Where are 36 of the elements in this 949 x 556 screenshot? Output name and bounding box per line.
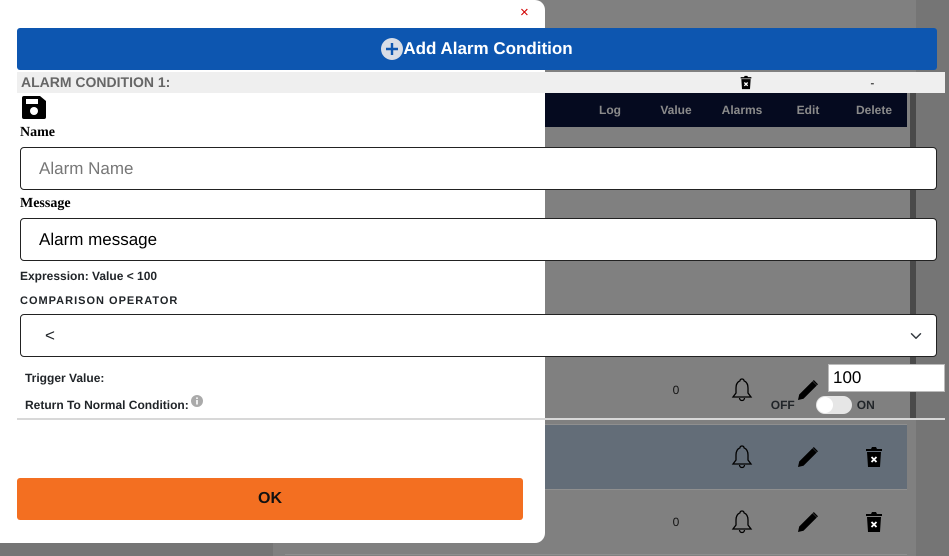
- bell-icon[interactable]: [731, 444, 753, 470]
- column-header: Alarms: [720, 102, 764, 119]
- condition-title: ALARM CONDITION 1:: [21, 73, 170, 92]
- operator-label: COMPARISON OPERATOR: [20, 294, 178, 309]
- column-header: Edit: [796, 102, 820, 119]
- table-cell-text: 0: [672, 514, 680, 531]
- add-condition-button[interactable]: Add Alarm Condition: [17, 28, 937, 70]
- input-field[interactable]: Alarm message: [20, 218, 937, 261]
- trash-icon[interactable]: [865, 511, 883, 533]
- bell-icon[interactable]: [731, 509, 753, 535]
- bell-icon[interactable]: [731, 376, 753, 402]
- expression-text: Expression: Value < 100: [20, 268, 158, 285]
- input-field[interactable]: Alarm Name: [20, 147, 937, 190]
- switch-off-label: OFF: [770, 397, 795, 414]
- column-header: Delete: [854, 102, 894, 119]
- operator-dropdown[interactable]: <: [20, 314, 937, 357]
- trash-icon[interactable]: [865, 446, 883, 468]
- field-label: Message: [20, 195, 71, 213]
- field-label: Name: [20, 124, 55, 142]
- delete-condition-icon[interactable]: [740, 75, 752, 90]
- return-label: Return To Normal Condition:: [25, 397, 189, 414]
- collapse-button[interactable]: -: [870, 76, 874, 88]
- trigger-label: Trigger Value:: [25, 370, 104, 387]
- toggle-switch[interactable]: [816, 396, 852, 414]
- column-header: Log: [598, 102, 622, 119]
- pencil-icon[interactable]: [797, 378, 819, 400]
- ok-button[interactable]: OK: [17, 478, 523, 520]
- plus-circle-icon: [381, 38, 404, 60]
- pencil-icon[interactable]: [797, 511, 819, 533]
- save-icon[interactable]: [22, 96, 46, 119]
- switch-on-label: ON: [856, 397, 875, 414]
- column-header: Value: [659, 102, 693, 119]
- close-button[interactable]: ×: [520, 5, 529, 20]
- pencil-icon[interactable]: [797, 446, 819, 468]
- table-cell-text: 0: [672, 382, 680, 398]
- trigger-value-field[interactable]: 100: [828, 364, 945, 392]
